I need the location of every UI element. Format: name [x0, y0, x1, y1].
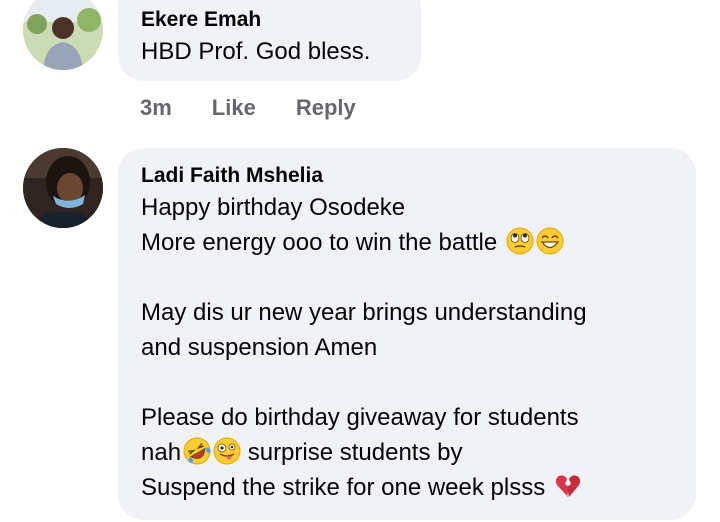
comment-text-line: Please do birthday giveaway for students: [141, 404, 579, 431]
comment-text-line: and suspension Amen: [141, 334, 378, 361]
comment-text-segment: Suspend the strike for one week plsss: [141, 474, 546, 501]
comments-page: Ekere Emah HBD Prof. God bless. 3m Like …: [0, 0, 720, 522]
comment-text-segment: nah: [141, 439, 182, 466]
comment-author[interactable]: Ekere Emah: [141, 6, 399, 34]
comment-text-line: Happy birthday Osodeke: [141, 194, 406, 221]
reply-button[interactable]: Reply: [296, 95, 356, 121]
comment-text: HBD Prof. God bless.: [141, 38, 371, 65]
comment-text-line: nah surprise students by: [141, 435, 674, 470]
comment-bubble: Ladi Faith Mshelia Happy birthday Osodek…: [118, 148, 696, 520]
comment-text-line: Suspend the strike for one week plsss: [141, 470, 674, 505]
broken-heart-icon: [555, 475, 581, 497]
comment-author[interactable]: Ladi Faith Mshelia: [141, 162, 674, 190]
avatar-woman-mask-icon: [23, 148, 103, 228]
avatar[interactable]: [23, 148, 103, 228]
comment-text-line: More energy ooo to win the battle: [141, 225, 674, 260]
comment-timestamp[interactable]: 3m: [140, 95, 172, 121]
zany-face-icon: [213, 437, 241, 465]
like-button[interactable]: Like: [212, 95, 256, 121]
comment-text-line: May dis ur new year brings understanding: [141, 299, 587, 326]
rolling-on-floor-laughing-icon: [183, 437, 211, 465]
comment-text-segment: More energy ooo to win the battle: [141, 229, 498, 256]
grinning-face-with-smiling-eyes-icon: [536, 227, 564, 255]
avatar-man-outdoor-icon: [23, 0, 103, 70]
face-with-rolling-eyes-icon: [506, 227, 534, 255]
comment-actions: 3m Like Reply: [140, 95, 396, 121]
avatar[interactable]: [23, 0, 103, 70]
comment-bubble: Ekere Emah HBD Prof. God bless.: [118, 0, 421, 81]
comment-text-segment: surprise students by: [247, 439, 463, 466]
